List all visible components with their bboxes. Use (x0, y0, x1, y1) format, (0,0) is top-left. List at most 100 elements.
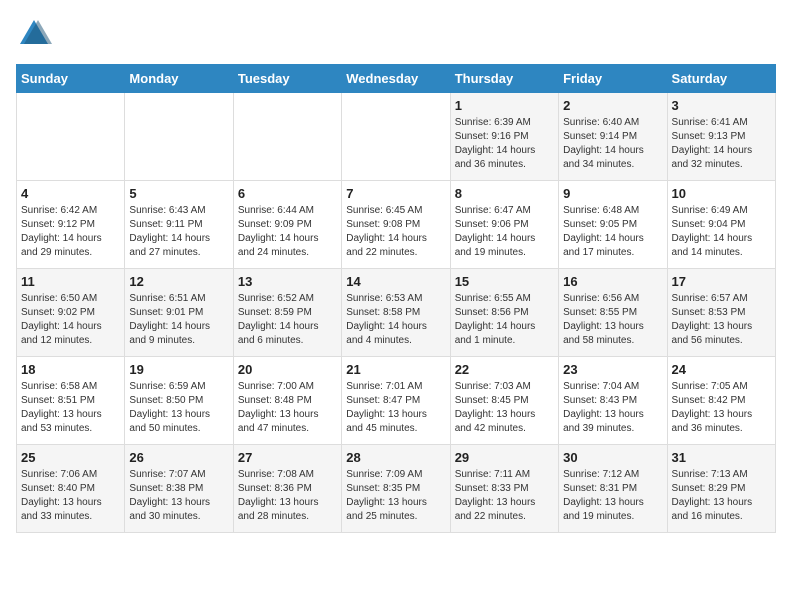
day-number: 10 (672, 186, 771, 201)
cell-content: Sunrise: 6:57 AM Sunset: 8:53 PM Dayligh… (672, 292, 771, 348)
cell-content: Sunrise: 7:12 AM Sunset: 8:31 PM Dayligh… (563, 468, 662, 524)
cell-content: Sunrise: 6:49 AM Sunset: 9:04 PM Dayligh… (672, 204, 771, 260)
calendar-cell: 26Sunrise: 7:07 AM Sunset: 8:38 PM Dayli… (125, 445, 233, 533)
week-row-5: 25 Sunrise: 7:06 AM Sunset: 8:40 PM Dayli… (17, 445, 776, 533)
day-number: 21 (346, 362, 445, 377)
cell-content: Sunrise: 6:41 AM Sunset: 9:13 PM Dayligh… (672, 116, 771, 172)
cell-content: Sunrise: 6:40 AM Sunset: 9:14 PM Dayligh… (563, 116, 662, 172)
calendar-cell: 17 Sunrise: 6:57 AM Sunset: 8:53 PM Dayli… (667, 269, 775, 357)
day-number: 13 (238, 274, 337, 289)
calendar-cell (17, 93, 125, 181)
calendar-cell: 9 Sunrise: 6:48 AM Sunset: 9:05 PM Daylig… (559, 181, 667, 269)
logo-icon (16, 16, 52, 52)
cell-content: Sunrise: 6:44 AM Sunset: 9:09 PM Dayligh… (238, 204, 337, 260)
day-number: 28 (346, 450, 445, 465)
calendar-cell: 30 Sunrise: 7:12 AM Sunset: 8:31 PM Dayli… (559, 445, 667, 533)
calendar-cell: 28 Sunrise: 7:09 AM Sunset: 8:35 PM Dayli… (342, 445, 450, 533)
cell-content: Sunrise: 6:52 AM Sunset: 8:59 PM Dayligh… (238, 292, 337, 348)
calendar-cell (233, 93, 341, 181)
week-row-3: 11Sunrise: 6:50 AM Sunset: 9:02 PM Dayli… (17, 269, 776, 357)
cell-content: Sunrise: 7:09 AM Sunset: 8:35 PM Dayligh… (346, 468, 445, 524)
week-row-2: 4Sunrise: 6:42 AM Sunset: 9:12 PM Daylig… (17, 181, 776, 269)
calendar-cell: 7 Sunrise: 6:45 AM Sunset: 9:08 PM Daylig… (342, 181, 450, 269)
day-number: 30 (563, 450, 662, 465)
cell-content: Sunrise: 6:43 AM Sunset: 9:11 PM Dayligh… (129, 204, 228, 260)
day-header-saturday: Saturday (667, 65, 775, 93)
calendar-cell: 18 Sunrise: 6:58 AM Sunset: 8:51 PM Dayli… (17, 357, 125, 445)
calendar-cell: 5Sunrise: 6:43 AM Sunset: 9:11 PM Daylig… (125, 181, 233, 269)
day-number: 20 (238, 362, 337, 377)
calendar-cell: 25 Sunrise: 7:06 AM Sunset: 8:40 PM Dayli… (17, 445, 125, 533)
calendar-cell: 11Sunrise: 6:50 AM Sunset: 9:02 PM Dayli… (17, 269, 125, 357)
cell-content: Sunrise: 7:00 AM Sunset: 8:48 PM Dayligh… (238, 380, 337, 436)
day-number: 22 (455, 362, 554, 377)
day-number: 14 (346, 274, 445, 289)
cell-content: Sunrise: 6:39 AM Sunset: 9:16 PM Dayligh… (455, 116, 554, 172)
day-number: 15 (455, 274, 554, 289)
cell-content: Sunrise: 7:06 AM Sunset: 8:40 PM Dayligh… (21, 468, 120, 524)
calendar-cell: 29 Sunrise: 7:11 AM Sunset: 8:33 PM Dayli… (450, 445, 558, 533)
week-row-4: 18 Sunrise: 6:58 AM Sunset: 8:51 PM Dayli… (17, 357, 776, 445)
week-row-1: 1 Sunrise: 6:39 AM Sunset: 9:16 PM Daylig… (17, 93, 776, 181)
day-number: 31 (672, 450, 771, 465)
cell-content: Sunrise: 7:03 AM Sunset: 8:45 PM Dayligh… (455, 380, 554, 436)
cell-content: Sunrise: 6:53 AM Sunset: 8:58 PM Dayligh… (346, 292, 445, 348)
day-number: 29 (455, 450, 554, 465)
header (16, 16, 776, 52)
cell-content: Sunrise: 6:45 AM Sunset: 9:08 PM Dayligh… (346, 204, 445, 260)
calendar-cell: 27 Sunrise: 7:08 AM Sunset: 8:36 PM Dayli… (233, 445, 341, 533)
calendar-header-row: SundayMondayTuesdayWednesdayThursdayFrid… (17, 65, 776, 93)
day-number: 7 (346, 186, 445, 201)
day-number: 23 (563, 362, 662, 377)
calendar-cell: 15 Sunrise: 6:55 AM Sunset: 8:56 PM Dayli… (450, 269, 558, 357)
day-header-tuesday: Tuesday (233, 65, 341, 93)
calendar-cell: 22 Sunrise: 7:03 AM Sunset: 8:45 PM Dayli… (450, 357, 558, 445)
day-number: 1 (455, 98, 554, 113)
day-number: 27 (238, 450, 337, 465)
calendar-table: SundayMondayTuesdayWednesdayThursdayFrid… (16, 64, 776, 533)
day-number: 8 (455, 186, 554, 201)
cell-content: Sunrise: 6:42 AM Sunset: 9:12 PM Dayligh… (21, 204, 120, 260)
cell-content: Sunrise: 7:05 AM Sunset: 8:42 PM Dayligh… (672, 380, 771, 436)
cell-content: Sunrise: 7:01 AM Sunset: 8:47 PM Dayligh… (346, 380, 445, 436)
day-header-wednesday: Wednesday (342, 65, 450, 93)
day-number: 16 (563, 274, 662, 289)
cell-content: Sunrise: 7:08 AM Sunset: 8:36 PM Dayligh… (238, 468, 337, 524)
cell-content: Sunrise: 7:13 AM Sunset: 8:29 PM Dayligh… (672, 468, 771, 524)
day-number: 9 (563, 186, 662, 201)
calendar-cell: 16 Sunrise: 6:56 AM Sunset: 8:55 PM Dayli… (559, 269, 667, 357)
cell-content: Sunrise: 6:58 AM Sunset: 8:51 PM Dayligh… (21, 380, 120, 436)
cell-content: Sunrise: 6:48 AM Sunset: 9:05 PM Dayligh… (563, 204, 662, 260)
calendar-cell: 12 Sunrise: 6:51 AM Sunset: 9:01 PM Dayli… (125, 269, 233, 357)
cell-content: Sunrise: 6:51 AM Sunset: 9:01 PM Dayligh… (129, 292, 228, 348)
day-header-monday: Monday (125, 65, 233, 93)
cell-content: Sunrise: 7:11 AM Sunset: 8:33 PM Dayligh… (455, 468, 554, 524)
calendar-cell: 24Sunrise: 7:05 AM Sunset: 8:42 PM Dayli… (667, 357, 775, 445)
calendar-cell: 20 Sunrise: 7:00 AM Sunset: 8:48 PM Dayli… (233, 357, 341, 445)
calendar-cell: 21 Sunrise: 7:01 AM Sunset: 8:47 PM Dayli… (342, 357, 450, 445)
calendar-cell: 10 Sunrise: 6:49 AM Sunset: 9:04 PM Dayli… (667, 181, 775, 269)
calendar-cell (125, 93, 233, 181)
logo (16, 16, 56, 52)
calendar-cell: 4Sunrise: 6:42 AM Sunset: 9:12 PM Daylig… (17, 181, 125, 269)
day-number: 12 (129, 274, 228, 289)
day-number: 25 (21, 450, 120, 465)
day-number: 19 (129, 362, 228, 377)
calendar-cell: 23 Sunrise: 7:04 AM Sunset: 8:43 PM Dayli… (559, 357, 667, 445)
cell-content: Sunrise: 7:07 AM Sunset: 8:38 PM Dayligh… (129, 468, 228, 524)
calendar-cell: 13 Sunrise: 6:52 AM Sunset: 8:59 PM Dayli… (233, 269, 341, 357)
day-number: 17 (672, 274, 771, 289)
cell-content: Sunrise: 6:55 AM Sunset: 8:56 PM Dayligh… (455, 292, 554, 348)
calendar-cell: 8Sunrise: 6:47 AM Sunset: 9:06 PM Daylig… (450, 181, 558, 269)
day-number: 11 (21, 274, 120, 289)
calendar-cell: 3Sunrise: 6:41 AM Sunset: 9:13 PM Daylig… (667, 93, 775, 181)
day-header-thursday: Thursday (450, 65, 558, 93)
calendar-cell: 14 Sunrise: 6:53 AM Sunset: 8:58 PM Dayli… (342, 269, 450, 357)
calendar-cell: 19Sunrise: 6:59 AM Sunset: 8:50 PM Dayli… (125, 357, 233, 445)
cell-content: Sunrise: 6:56 AM Sunset: 8:55 PM Dayligh… (563, 292, 662, 348)
cell-content: Sunrise: 7:04 AM Sunset: 8:43 PM Dayligh… (563, 380, 662, 436)
day-number: 2 (563, 98, 662, 113)
day-number: 6 (238, 186, 337, 201)
day-number: 18 (21, 362, 120, 377)
day-header-friday: Friday (559, 65, 667, 93)
